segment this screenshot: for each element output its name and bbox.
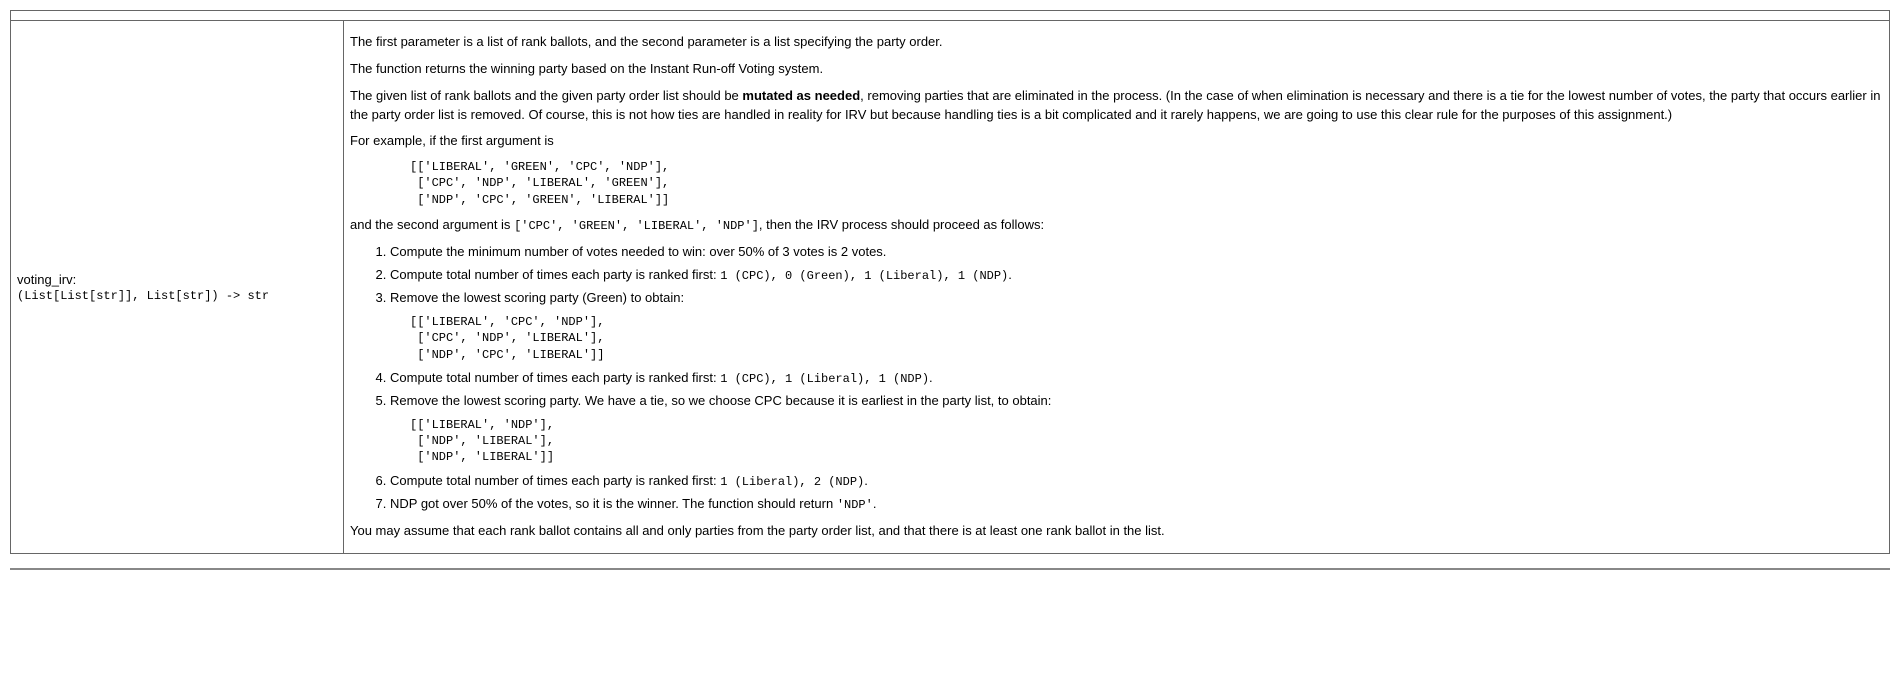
para-5-code: ['CPC', 'GREEN', 'LIBERAL', 'NDP']: [514, 219, 759, 233]
step-3: Remove the lowest scoring party (Green) …: [390, 289, 1883, 362]
type-signature: (List[List[str]], List[str]) -> str: [17, 289, 269, 303]
step-7a: NDP got over 50% of the votes, so it is …: [390, 496, 837, 511]
step-4a: Compute total number of times each party…: [390, 370, 720, 385]
mutated-emphasis: mutated as needed: [742, 88, 860, 103]
code-block-1: [['LIBERAL', 'GREEN', 'CPC', 'NDP'], ['C…: [410, 159, 1883, 208]
spec-row: voting_irv: (List[List[str]], List[str])…: [11, 21, 1890, 554]
step-5: Remove the lowest scoring party. We have…: [390, 392, 1883, 465]
step-2-code: 1 (CPC), 0 (Green), 1 (Liberal), 1 (NDP): [720, 269, 1008, 283]
step-4b: .: [929, 370, 933, 385]
spec-table: voting_irv: (List[List[str]], List[str])…: [10, 10, 1890, 554]
para-2: The function returns the winning party b…: [350, 60, 1883, 79]
para-5b: , then the IRV process should proceed as…: [759, 217, 1044, 232]
code-block-3: [['LIBERAL', 'NDP'], ['NDP', 'LIBERAL'],…: [410, 417, 1883, 466]
para-3a: The given list of rank ballots and the g…: [350, 88, 742, 103]
step-7b: .: [873, 496, 877, 511]
bottom-divider: [10, 568, 1890, 570]
step-5-text: Remove the lowest scoring party. We have…: [390, 393, 1051, 408]
step-4-code: 1 (CPC), 1 (Liberal), 1 (NDP): [720, 372, 929, 386]
para-1: The first parameter is a list of rank ba…: [350, 33, 1883, 52]
function-name: voting_irv:: [17, 272, 76, 287]
step-4: Compute total number of times each party…: [390, 369, 1883, 388]
step-6a: Compute total number of times each party…: [390, 473, 720, 488]
step-7: NDP got over 50% of the votes, so it is …: [390, 495, 1883, 514]
step-1: Compute the minimum number of votes need…: [390, 243, 1883, 262]
step-2: Compute total number of times each party…: [390, 266, 1883, 285]
steps-list: Compute the minimum number of votes need…: [350, 243, 1883, 514]
para-4: For example, if the first argument is: [350, 132, 1883, 151]
para-6: You may assume that each rank ballot con…: [350, 522, 1883, 541]
signature-cell: voting_irv: (List[List[str]], List[str])…: [11, 21, 344, 554]
step-2a: Compute total number of times each party…: [390, 267, 720, 282]
description-cell: The first parameter is a list of rank ba…: [344, 21, 1890, 554]
spacer-row: [11, 11, 1890, 21]
step-6: Compute total number of times each party…: [390, 472, 1883, 491]
para-5a: and the second argument is: [350, 217, 514, 232]
step-2b: .: [1008, 267, 1012, 282]
code-block-2: [['LIBERAL', 'CPC', 'NDP'], ['CPC', 'NDP…: [410, 314, 1883, 363]
para-3: The given list of rank ballots and the g…: [350, 87, 1883, 125]
step-6-code: 1 (Liberal), 2 (NDP): [720, 475, 864, 489]
step-3-text: Remove the lowest scoring party (Green) …: [390, 290, 684, 305]
para-5: and the second argument is ['CPC', 'GREE…: [350, 216, 1883, 235]
step-6b: .: [864, 473, 868, 488]
step-7-code: 'NDP': [837, 498, 873, 512]
